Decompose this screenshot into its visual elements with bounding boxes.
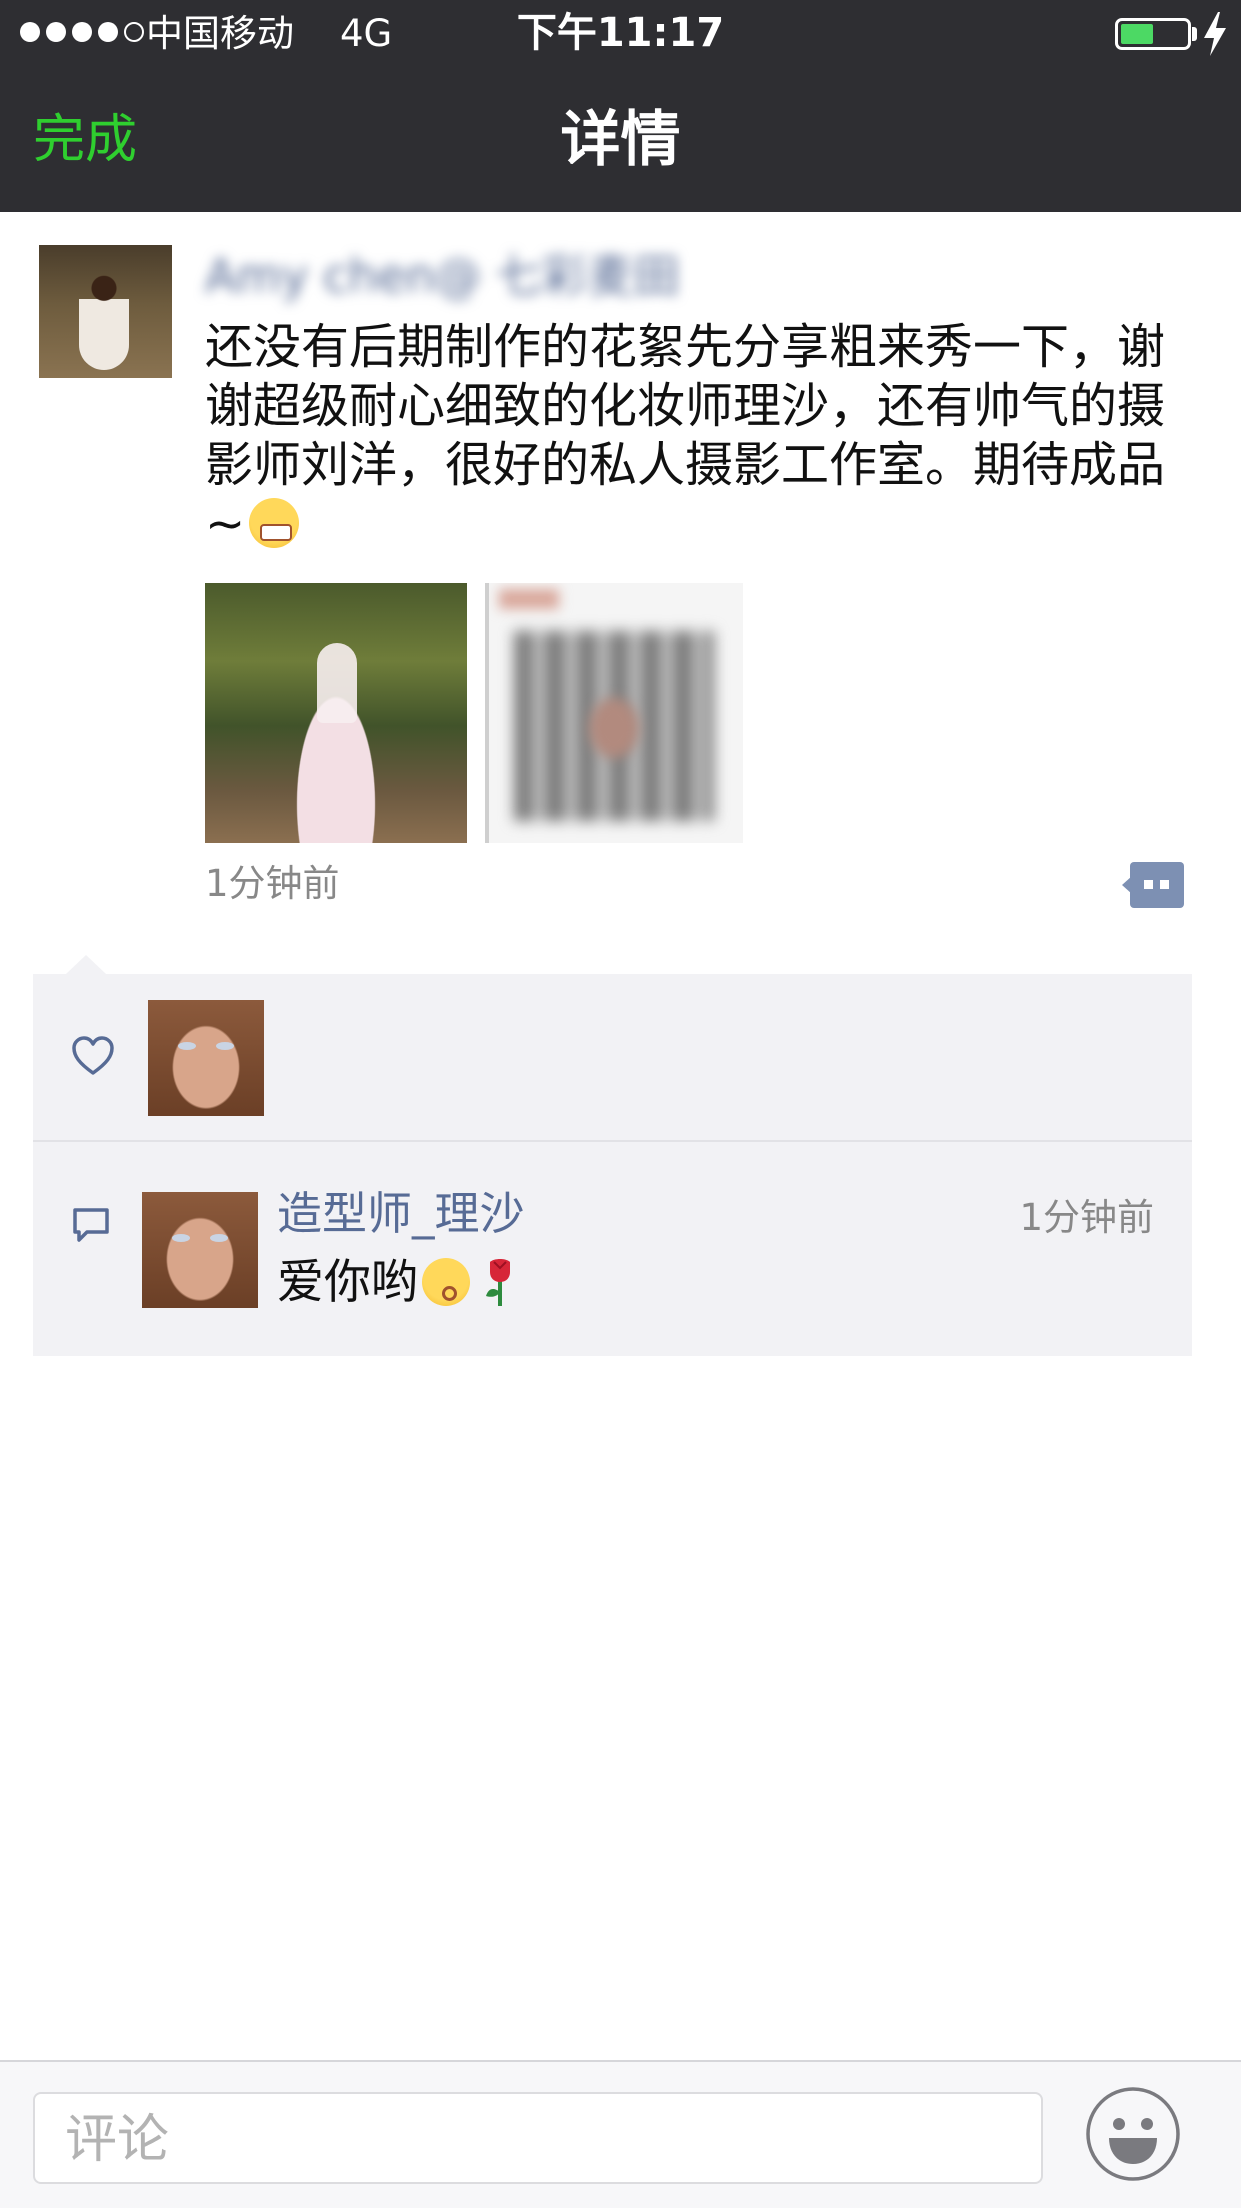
kissing-emoji-icon (422, 1258, 470, 1306)
avatar-eye (178, 1042, 196, 1050)
post-timestamp: 1分钟前 (205, 862, 340, 905)
comment-user-avatar[interactable] (142, 1192, 258, 1308)
author-name[interactable]: Amy chen@ 七彩麦田 (205, 248, 680, 304)
smiley-icon[interactable] (1085, 2086, 1181, 2182)
battery-level (1121, 24, 1153, 44)
grimacing-emoji-icon (249, 498, 300, 548)
comment-timestamp: 1分钟前 (1019, 1196, 1154, 1239)
post-photo-bride[interactable] (205, 583, 467, 843)
charging-bolt-icon (1204, 12, 1226, 56)
post-text: 还没有后期制作的花絮先分享粗来秀一下，谢谢超级耐心细致的化妆师理沙，还有帅气的摄… (205, 318, 1175, 554)
avatar-eye (210, 1234, 228, 1242)
page-title: 详情 (560, 105, 681, 175)
comment-placeholder: 评论 (65, 2110, 170, 2170)
heart-icon (72, 1036, 114, 1075)
photo-blur-top (499, 589, 559, 609)
comment-text-content: 爱你哟 (277, 1255, 418, 1310)
battery-tip (1192, 27, 1197, 41)
navigation-bar: 完成 详情 (0, 68, 1241, 212)
post-text-content: 还没有后期制作的花絮先分享粗来秀一下，谢谢超级耐心细致的化妆师理沙，还有帅气的摄… (205, 319, 1166, 552)
comment-author-name[interactable]: 造型师_理沙 (277, 1186, 525, 1242)
moment-detail-screen: 中国移动 4G 下午11:17 完成 详情 Amy chen@ 七彩麦田 还没有… (0, 0, 1241, 2208)
battery-icon (1115, 18, 1191, 50)
comment-input[interactable]: 评论 (33, 2092, 1043, 2184)
comment-text[interactable]: 爱你哟 (277, 1254, 520, 1312)
author-avatar[interactable] (39, 245, 172, 378)
avatar-eye (172, 1234, 190, 1242)
status-time: 下午11:17 (516, 10, 725, 56)
like-user-avatar[interactable] (148, 1000, 264, 1116)
photo-blur-center (589, 698, 639, 758)
avatar-figure (79, 275, 129, 370)
status-bar: 中国移动 4G 下午11:17 (0, 0, 1241, 68)
photo-veil (317, 643, 357, 723)
comment-input-bar: 评论 (0, 2060, 1241, 2208)
rose-emoji-icon (486, 1259, 510, 1306)
comment-bubble-icon[interactable] (1122, 862, 1184, 908)
panel-caret (66, 955, 106, 974)
comments-panel: 造型师_理沙 1分钟前 爱你哟 (33, 1142, 1192, 1356)
comment-icon (73, 1208, 109, 1242)
likes-panel (33, 974, 1192, 1142)
avatar-eye (216, 1042, 234, 1050)
post-photo-blurred[interactable] (485, 583, 743, 843)
